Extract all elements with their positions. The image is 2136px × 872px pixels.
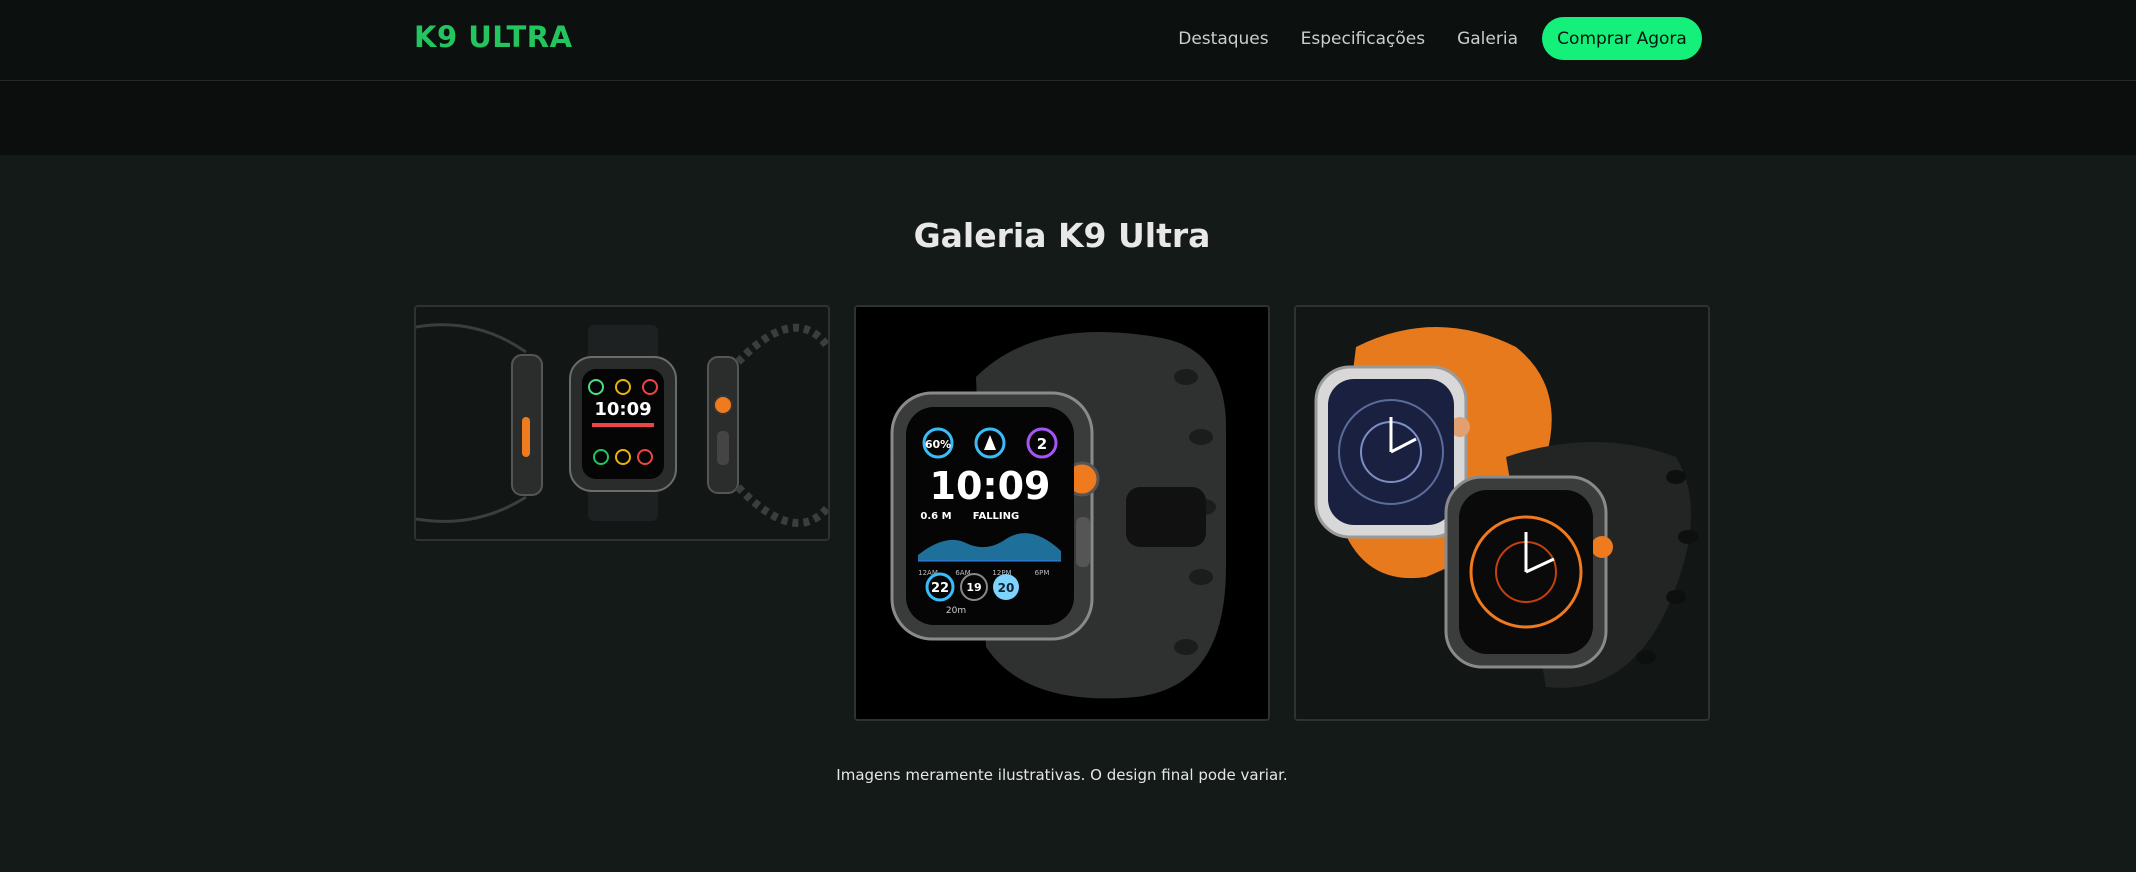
watch-views-illustration: 10:09 (416, 323, 828, 527)
depth-reading: 20m (946, 606, 966, 616)
bottom-left-complication: 22 (931, 581, 949, 596)
pressure-trend: FALLING (973, 511, 1019, 522)
pressure-value: 0.6 M (920, 511, 951, 522)
gallery-image-1[interactable]: 10:09 (414, 305, 830, 541)
nav-links: Destaques Especificações Galeria Comprar… (1146, 17, 1702, 60)
buy-now-button[interactable]: Comprar Agora (1542, 17, 1702, 60)
hero-bottom-band (0, 81, 2136, 155)
watch-closeup-illustration: 60% 2 10:09 0.6 M FALLING 12AM 6AM 12PM … (856, 307, 1268, 719)
nav-link-galeria[interactable]: Galeria (1457, 29, 1518, 49)
nav-link-especificacoes[interactable]: Especificações (1301, 29, 1425, 49)
gallery-image-3[interactable] (1294, 305, 1710, 721)
ring-complication: 2 (1037, 435, 1047, 453)
brand-logo[interactable]: K9 ULTRA (414, 20, 573, 54)
gallery-image-2[interactable]: 60% 2 10:09 0.6 M FALLING 12AM 6AM 12PM … (854, 305, 1270, 721)
gallery-title: Galeria K9 Ultra (913, 216, 1211, 255)
top-navbar: K9 ULTRA Destaques Especificações Galeri… (0, 0, 2136, 81)
small-face-time: 10:09 (594, 399, 651, 420)
closeup-time: 10:09 (930, 464, 1051, 508)
nav-link-destaques[interactable]: Destaques (1178, 29, 1268, 49)
battery-complication: 60% (925, 438, 951, 451)
bottom-mid-complication: 19 (966, 581, 981, 594)
axis-6pm: 6PM (1035, 569, 1050, 577)
two-watches-illustration (1296, 307, 1708, 719)
bottom-right-complication: 20 (998, 581, 1015, 595)
gallery-disclaimer: Imagens meramente ilustrativas. O design… (836, 766, 1288, 784)
